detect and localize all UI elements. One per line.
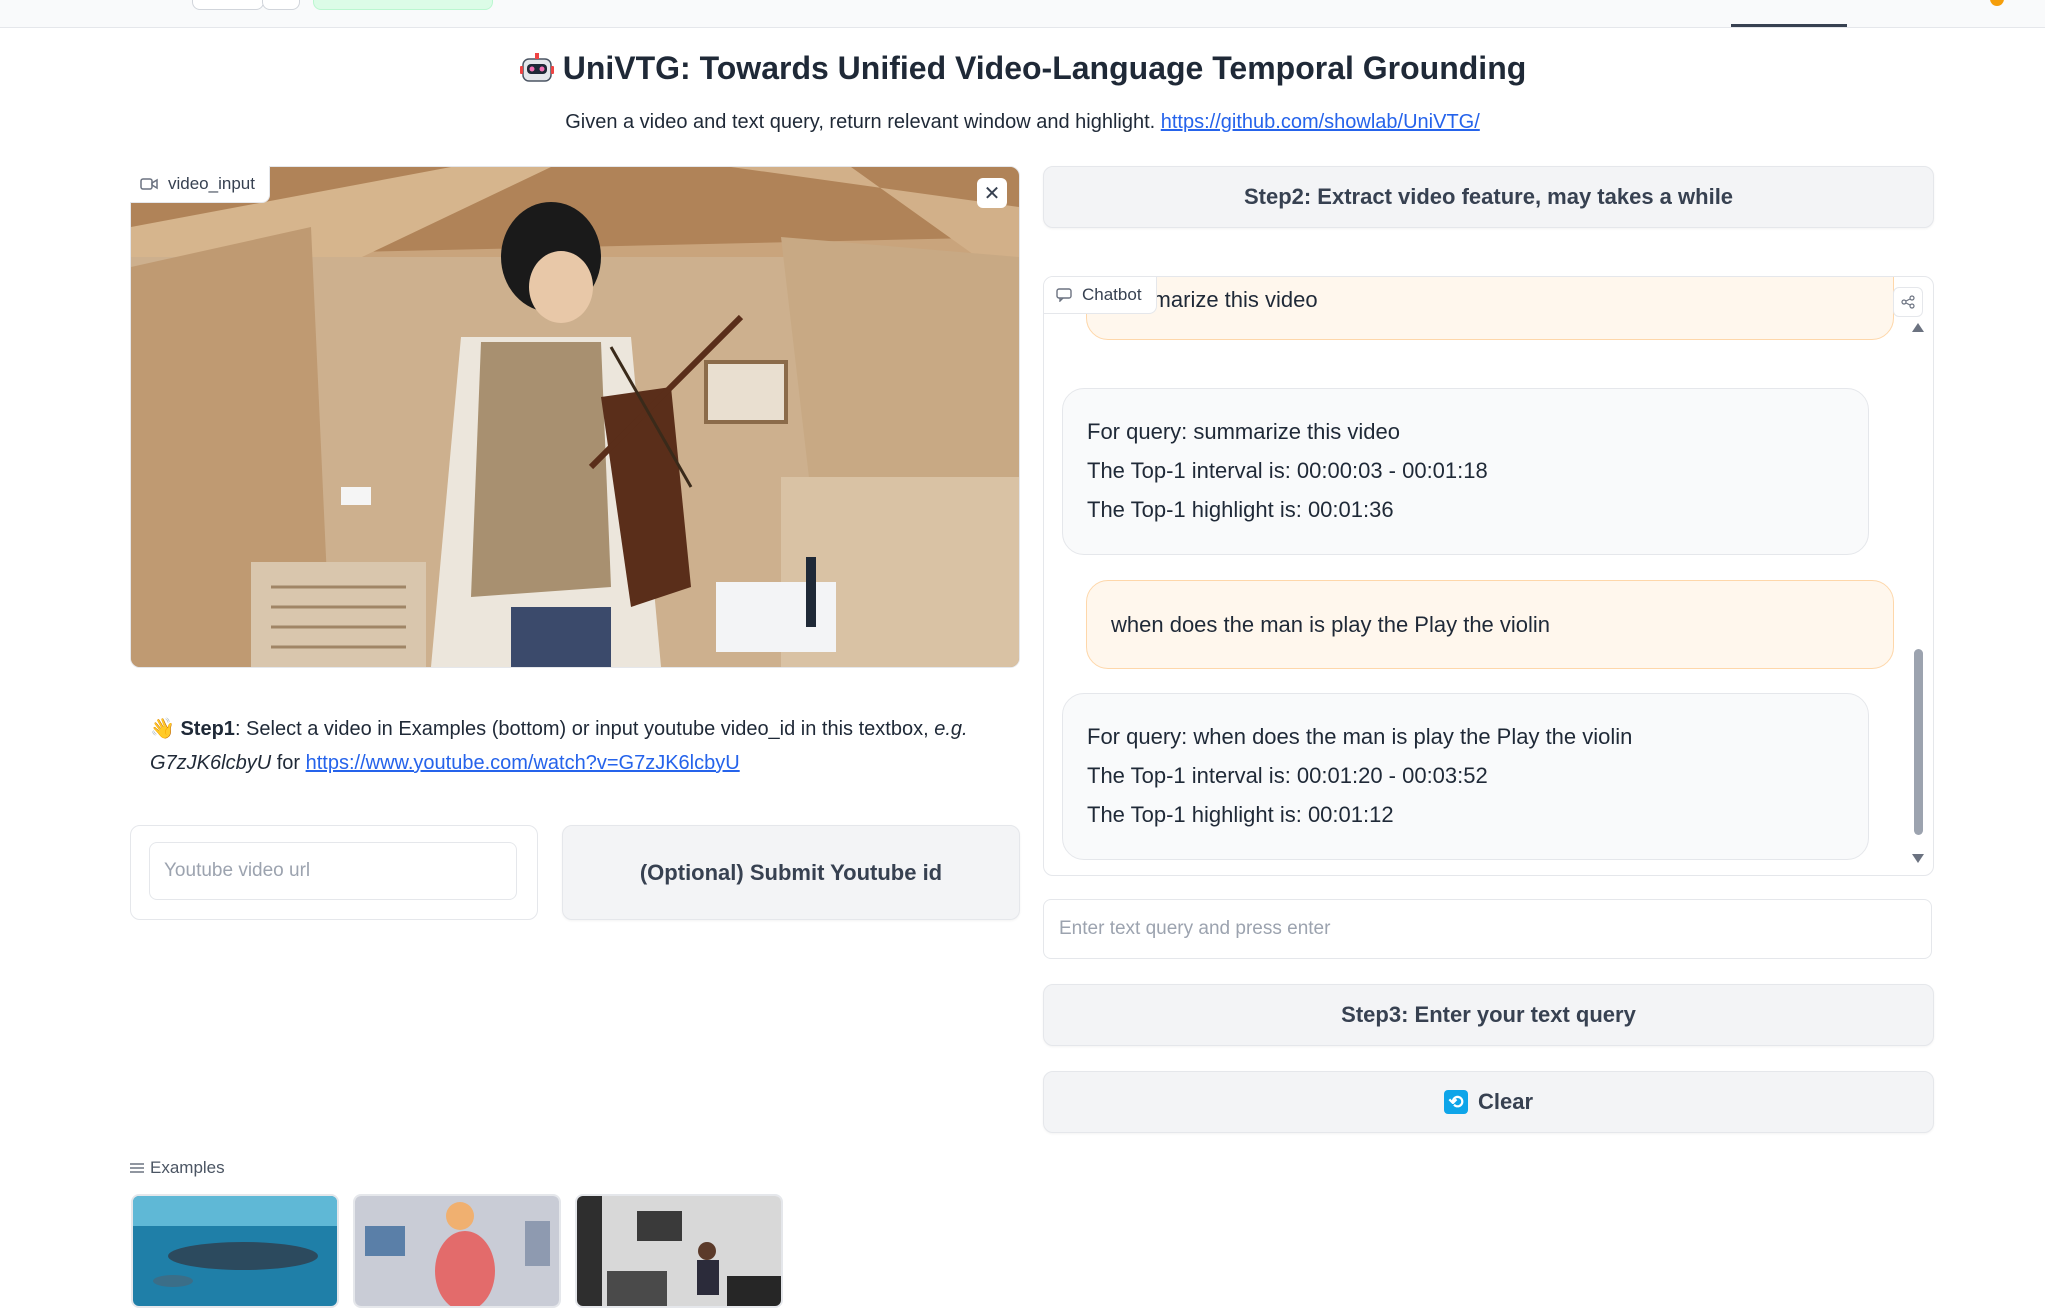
step1-eg: e.g. <box>934 718 968 740</box>
chat-message-line: The Top-1 interval is: 00:01:20 - 00:03:… <box>1087 763 1488 788</box>
page-title: UniVTG: Towards Unified Video-Language T… <box>0 50 2045 87</box>
top-pill-dropdown[interactable] <box>262 0 300 10</box>
chat-message-user: when does the man is play the Play the v… <box>1086 580 1894 669</box>
robot-icon <box>519 53 554 82</box>
example-thumbnail-1[interactable] <box>131 1194 339 1308</box>
video-player[interactable] <box>130 166 1020 668</box>
video-input-label-text: video_input <box>168 174 255 193</box>
clear-button-label: Clear <box>1477 1089 1534 1114</box>
close-icon: ✕ <box>983 182 1001 205</box>
status-dot-icon <box>1990 0 2004 6</box>
running-status-badge <box>313 0 493 10</box>
list-icon <box>130 1163 144 1173</box>
living-room-video-thumbnail <box>577 1196 781 1306</box>
scroll-thumb[interactable] <box>1914 649 1923 835</box>
top-bar <box>0 0 2045 28</box>
active-tab-indicator <box>1731 24 1847 27</box>
step1-instructions: 👋 Step1: Select a video in Examples (bot… <box>150 712 1000 780</box>
example-thumbnail-2[interactable] <box>353 1194 561 1308</box>
youtube-url-input[interactable] <box>149 842 517 900</box>
room-video-thumbnail <box>355 1196 559 1306</box>
chatbot-label-text: Chatbot <box>1082 285 1142 304</box>
video-camera-icon <box>140 178 158 190</box>
step1-label: Step1 <box>180 718 235 740</box>
scroll-up-arrow-icon[interactable] <box>1912 323 1924 332</box>
chatbot-panel: Chatbot summarize this video For query: … <box>1043 276 1934 876</box>
chat-message-line: For query: summarize this video <box>1087 419 1400 444</box>
chatbot-label: Chatbot <box>1044 277 1157 314</box>
share-button[interactable] <box>1893 287 1923 317</box>
title-text: UniVTG: Towards Unified Video-Language T… <box>562 50 1527 86</box>
examples-label: Examples <box>130 1158 225 1178</box>
chat-scrollbar[interactable] <box>1911 323 1925 863</box>
page-subtitle: Given a video and text query, return rel… <box>0 111 2045 134</box>
text-query-input[interactable] <box>1043 899 1932 959</box>
shark-video-thumbnail <box>133 1196 337 1306</box>
chat-message-line: For query: when does the man is play the… <box>1087 724 1633 749</box>
chat-message-user: summarize this video <box>1086 277 1894 340</box>
chat-message-line: The Top-1 highlight is: 00:01:12 <box>1087 802 1394 827</box>
step1-text: : Select a video in Examples (bottom) or… <box>234 718 935 740</box>
top-pill[interactable] <box>192 0 264 10</box>
share-icon <box>1901 295 1915 309</box>
youtube-url-box <box>130 825 538 920</box>
enter-text-query-button[interactable]: Step3: Enter your text query <box>1043 984 1934 1046</box>
scroll-down-arrow-icon[interactable] <box>1912 854 1924 863</box>
extract-video-feature-button[interactable]: Step2: Extract video feature, may takes … <box>1043 166 1934 228</box>
video-frame-image <box>131 167 1019 667</box>
step1-for: for <box>271 752 306 774</box>
chat-message-line: The Top-1 interval is: 00:00:03 - 00:01:… <box>1087 458 1488 483</box>
subtitle-text: Given a video and text query, return rel… <box>565 111 1156 133</box>
waving-hand-icon: 👋 <box>150 718 175 740</box>
step1-example-id: G7zJK6lcbyU <box>150 752 272 774</box>
clear-button[interactable]: ⟲ Clear <box>1043 1071 1934 1133</box>
clear-icon: ⟲ <box>1443 1090 1468 1114</box>
video-close-button[interactable]: ✕ <box>977 178 1007 208</box>
chat-message-line: summarize this video <box>1111 287 1318 312</box>
chat-message-line: when does the man is play the Play the v… <box>1111 612 1551 637</box>
youtube-example-link[interactable]: https://www.youtube.com/watch?v=G7zJK6lc… <box>306 752 740 774</box>
chat-message-bot: For query: summarize this video The Top-… <box>1062 388 1869 555</box>
video-input-label: video_input <box>130 166 270 203</box>
chat-bubble-icon <box>1056 288 1072 302</box>
example-thumbnail-3[interactable] <box>575 1194 783 1308</box>
github-link[interactable]: https://github.com/showlab/UniVTG/ <box>1161 111 1480 133</box>
chat-message-line: The Top-1 highlight is: 00:01:36 <box>1087 497 1394 522</box>
chat-message-bot: For query: when does the man is play the… <box>1062 693 1869 860</box>
submit-youtube-id-button[interactable]: (Optional) Submit Youtube id <box>562 825 1020 920</box>
examples-label-text: Examples <box>150 1158 225 1177</box>
